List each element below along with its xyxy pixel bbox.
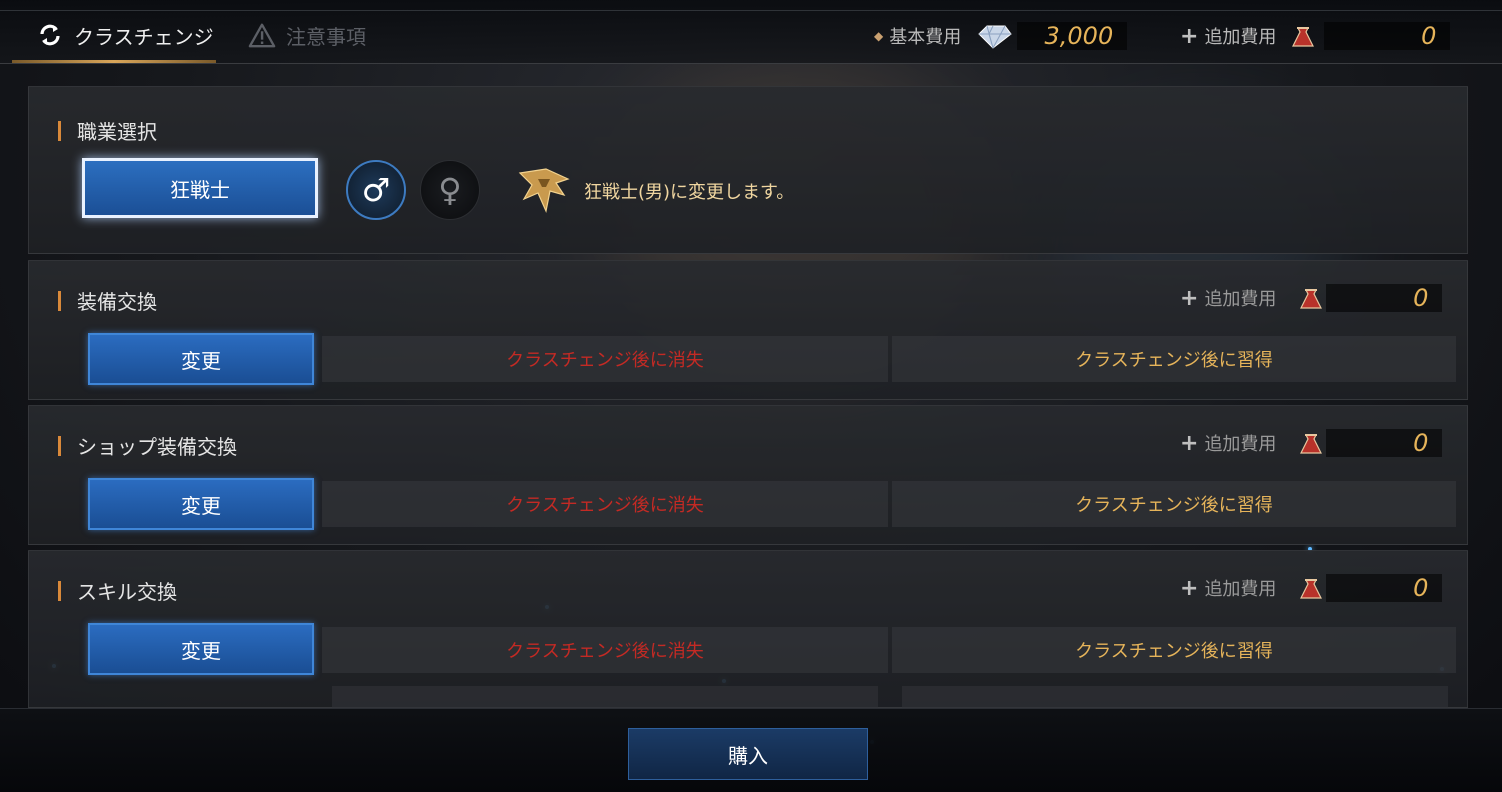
pouch-icon <box>1296 574 1326 602</box>
pouch-icon <box>1288 22 1318 50</box>
skill-lost-list: クラスチェンジ後に消失 <box>322 627 888 673</box>
shop-equipment-exchange-title: ショップ装備交換 <box>58 431 237 460</box>
bullet-diamond-icon: ◆ <box>874 29 884 43</box>
class-change-message: 狂戦士(男)に変更します。 <box>584 182 795 203</box>
female-gender-button[interactable]: ♀ <box>420 160 480 220</box>
base-cost-label: 基本費用 <box>889 27 962 48</box>
shop-equipment-change-button[interactable]: 変更 <box>88 478 314 530</box>
equipment-lost-list: クラスチェンジ後に消失 <box>322 336 888 382</box>
male-icon: ♂ <box>361 171 391 209</box>
tab-notes[interactable]: 注意事項 <box>248 18 366 52</box>
diamond-icon <box>975 22 1013 50</box>
plus-icon: + <box>1180 430 1199 456</box>
tab-notes-label: 注意事項 <box>286 24 366 49</box>
header-extra-cost-value: 0 <box>1324 22 1451 50</box>
equipment-change-button[interactable]: 変更 <box>88 333 314 385</box>
top-bar: クラスチェンジ 注意事項 ◆ 基本費用 3,000 + 追加費用 0 <box>0 0 1502 64</box>
base-cost-value: 3,000 <box>1017 22 1128 50</box>
plus-icon: + <box>1180 23 1199 49</box>
top-divider <box>0 10 1502 11</box>
job-select-button[interactable]: 狂戦士 <box>82 158 318 218</box>
active-tab-indicator <box>12 60 216 63</box>
skill-exchange-title: スキル交換 <box>58 576 177 605</box>
warning-icon <box>248 21 276 49</box>
plus-icon: + <box>1180 285 1199 311</box>
title-marker <box>58 120 61 141</box>
skill-slot-strip <box>332 686 878 708</box>
tab-class-change[interactable]: クラスチェンジ <box>36 18 214 52</box>
female-icon: ♀ <box>438 171 462 209</box>
header-extra-cost-label: 追加費用 <box>1204 27 1277 48</box>
skill-extra-cost-value: 0 <box>1326 574 1443 602</box>
refresh-icon <box>36 21 64 49</box>
berserker-emblem-icon <box>516 165 572 215</box>
skill-gain-list: クラスチェンジ後に習得 <box>892 627 1456 673</box>
skill-change-button[interactable]: 変更 <box>88 623 314 675</box>
shop-equipment-extra-cost-value: 0 <box>1326 429 1443 457</box>
pouch-icon <box>1296 429 1326 457</box>
plus-icon: + <box>1180 575 1199 601</box>
skill-extra-cost: + 追加費用 0 <box>1180 574 1443 602</box>
base-cost: ◆ 基本費用 3,000 <box>874 22 1128 50</box>
tab-class-change-label: クラスチェンジ <box>74 24 214 49</box>
header-extra-cost: + 追加費用 0 <box>1180 22 1451 50</box>
title-marker <box>58 435 61 456</box>
equipment-extra-cost-value: 0 <box>1326 284 1443 312</box>
pouch-icon <box>1296 284 1326 312</box>
equipment-extra-cost: + 追加費用 0 <box>1180 284 1443 312</box>
purchase-button[interactable]: 購入 <box>628 728 868 780</box>
shop-equipment-extra-cost: + 追加費用 0 <box>1180 429 1443 457</box>
skill-slot-strip <box>902 686 1448 708</box>
male-gender-button[interactable]: ♂ <box>346 160 406 220</box>
title-marker <box>58 580 61 601</box>
shop-equipment-lost-list: クラスチェンジ後に消失 <box>322 481 888 527</box>
job-selection-title: 職業選択 <box>58 116 157 145</box>
equipment-exchange-title: 装備交換 <box>58 286 157 315</box>
equipment-gain-list: クラスチェンジ後に習得 <box>892 336 1456 382</box>
title-marker <box>58 290 61 311</box>
shop-equipment-gain-list: クラスチェンジ後に習得 <box>892 481 1456 527</box>
